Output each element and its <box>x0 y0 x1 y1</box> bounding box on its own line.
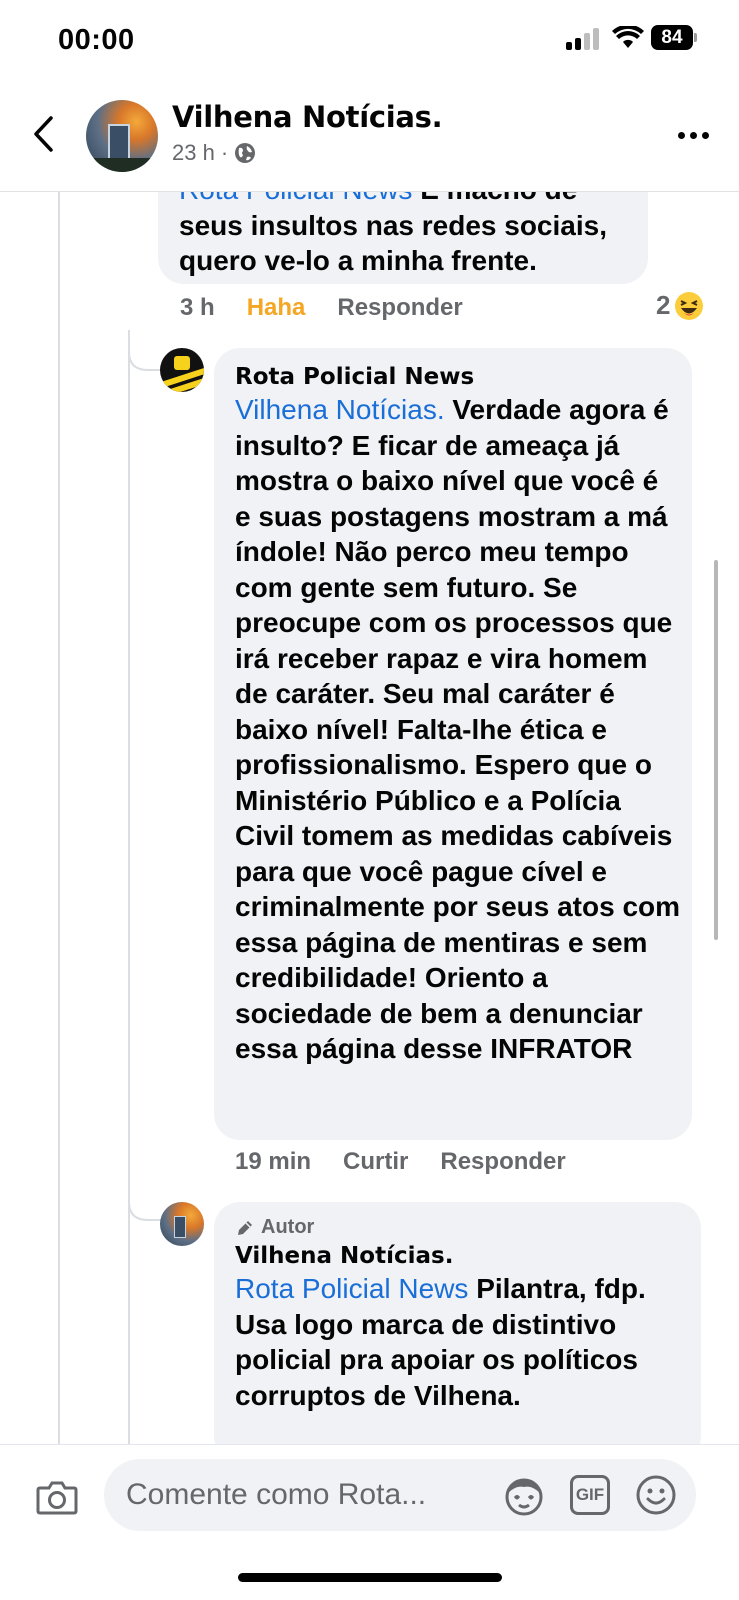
thread-line-outer <box>58 192 60 1444</box>
scrollbar[interactable] <box>714 560 718 940</box>
reaction-summary[interactable]: 2 <box>656 290 704 321</box>
globe-icon <box>235 143 256 163</box>
avatar-sticker-icon[interactable] <box>502 1473 546 1517</box>
battery-level: 84 <box>651 25 693 50</box>
clock: 00:00 <box>58 24 135 56</box>
post-header: Vilhena Notícias. 23 h · <box>0 84 739 192</box>
comment-bubble: Autor Vilhena Notícias. Rota Policial Ne… <box>214 1202 701 1462</box>
reaction-haha-button[interactable]: Haha <box>247 294 306 322</box>
camera-icon[interactable] <box>36 1479 78 1515</box>
mention-link[interactable]: Rota Policial News <box>235 1273 468 1304</box>
post-age: 23 h <box>172 140 215 165</box>
comment-bubble: Rota Policial News Vilhena Notícias. Ver… <box>214 348 692 1140</box>
reply-button[interactable]: Responder <box>440 1148 565 1176</box>
comment-input[interactable]: Comente como Rota... GIF <box>104 1459 696 1531</box>
reaction-count: 2 <box>656 290 671 320</box>
signal-icon <box>566 28 602 50</box>
reply-button[interactable]: Responder <box>337 294 462 322</box>
comment-text: Verdade agora é insulto? E ficar de amea… <box>235 394 681 1064</box>
comment-actions: 3 h Haha Responder <box>180 294 495 322</box>
emoji-icon[interactable] <box>634 1473 678 1517</box>
thread-connector <box>128 1180 162 1221</box>
comment-actions: 19 min Curtir Responder <box>235 1148 598 1176</box>
like-button[interactable]: Curtir <box>343 1148 408 1176</box>
status-bar: 00:00 84 <box>0 0 739 84</box>
post-meta: 23 h · <box>172 140 256 166</box>
comment-text: seus insultos nas redes sociais, quero v… <box>179 209 607 277</box>
comment-time: 19 min <box>235 1148 312 1175</box>
back-button[interactable] <box>26 112 60 156</box>
comment-placeholder: Comente como Rota... <box>126 1478 427 1511</box>
page-name[interactable]: Vilhena Notícias. <box>172 100 443 134</box>
thread-line-inner <box>128 330 130 1444</box>
comment-composer: Comente como Rota... GIF <box>0 1444 739 1600</box>
author-badge: Autor <box>235 1216 693 1239</box>
page-avatar[interactable] <box>86 100 158 172</box>
author-badge-label: Autor <box>261 1216 315 1238</box>
comment-author[interactable]: Vilhena Notícias. <box>235 1243 693 1269</box>
wifi-icon <box>612 26 644 48</box>
home-indicator[interactable] <box>238 1573 502 1582</box>
meta-separator: · <box>220 140 229 165</box>
more-options-button[interactable] <box>678 132 709 139</box>
commenter-avatar[interactable] <box>160 348 204 392</box>
thread-connector <box>128 330 162 371</box>
comment-time: 3 h <box>180 294 215 321</box>
comment-author[interactable]: Rota Policial News <box>235 364 681 390</box>
battery-icon: 84 <box>651 25 697 50</box>
gif-button[interactable]: GIF <box>570 1475 610 1515</box>
mention-link[interactable]: Vilhena Notícias. <box>235 394 445 425</box>
chevron-left-icon <box>34 116 53 152</box>
haha-emoji-icon <box>675 291 704 320</box>
pencil-icon <box>238 1220 252 1235</box>
commenter-avatar[interactable] <box>160 1202 204 1246</box>
